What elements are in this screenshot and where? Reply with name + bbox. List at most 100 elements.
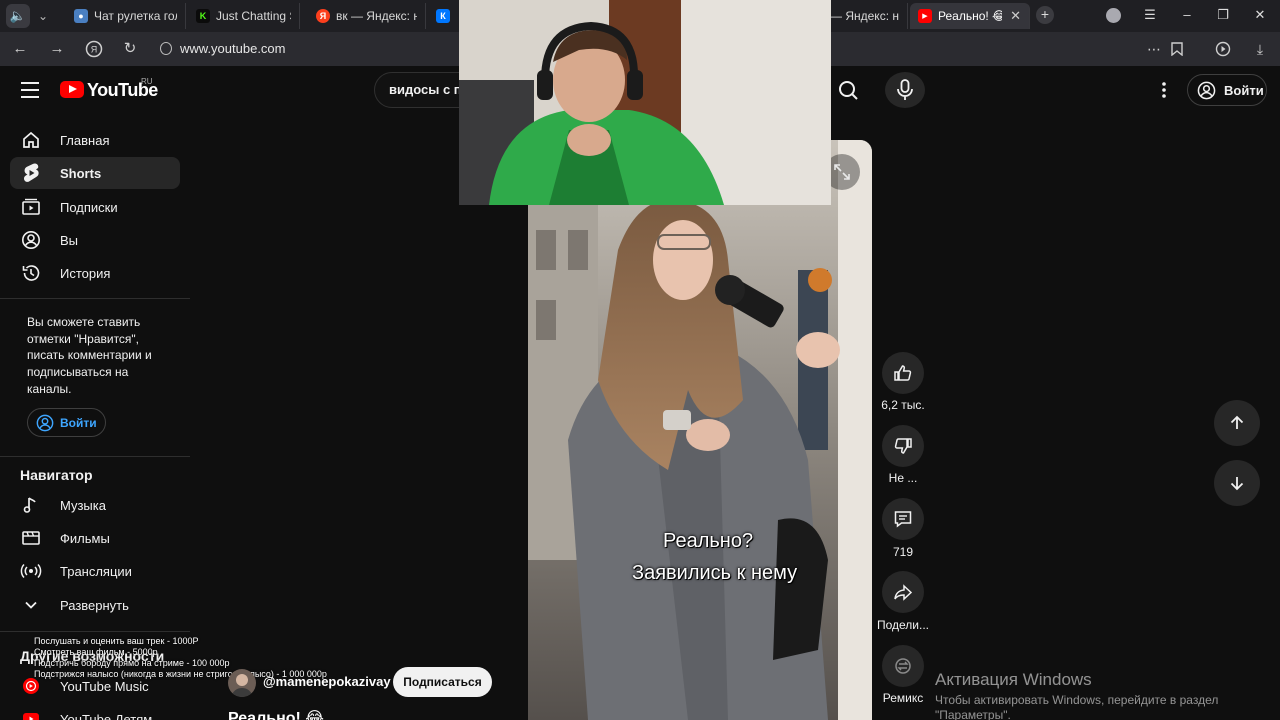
windows-activation-title: Активация Windows (935, 670, 1092, 689)
video-caption-line: Реально? (663, 530, 754, 552)
windows-activation-subtitle: Чтобы активировать Windows, перейдите в … (935, 693, 1219, 720)
sidebar-item-films[interactable]: Фильмы (10, 522, 180, 554)
sidebar-expand[interactable]: Развернуть (10, 589, 180, 621)
yandex-home-icon[interactable]: Я (83, 38, 105, 60)
home-icon (20, 129, 42, 151)
close-window-icon[interactable]: ✕ (1245, 4, 1275, 26)
dislike-label: Не ... (888, 471, 918, 485)
forward-icon[interactable]: → (46, 38, 68, 60)
sidebar-item-subscriptions[interactable]: Подписки (10, 191, 180, 223)
next-short-button[interactable] (1214, 460, 1260, 506)
minimize-icon[interactable]: – (1172, 4, 1202, 26)
youtube-kids-icon (20, 708, 42, 720)
comment-icon (894, 511, 912, 528)
shorts-icon (20, 162, 42, 184)
arrow-down-icon (1230, 477, 1244, 491)
thumbs-down-icon (894, 438, 912, 454)
video-frame-image (528, 140, 872, 720)
comments-count: 719 (892, 545, 914, 559)
you-icon (20, 229, 42, 251)
sidebar-item-live[interactable]: Трансляции (10, 555, 180, 587)
site-info-icon[interactable] (160, 42, 172, 55)
search-button[interactable] (828, 72, 868, 108)
new-tab-button[interactable]: + (1036, 6, 1054, 24)
browser-tab[interactable]: — Яндекс: на (826, 3, 908, 29)
tabs-menu-chevron-icon[interactable]: ⌄ (32, 4, 54, 28)
reload-icon[interactable]: ↻ (119, 38, 141, 60)
share-arrow-icon (894, 584, 913, 601)
yandex-icon: Я (316, 9, 330, 23)
sidebar-item-history[interactable]: История (10, 257, 180, 289)
video-player-icon[interactable] (1212, 38, 1234, 60)
chatroulette-icon: ● (74, 9, 88, 23)
youtube-logo-icon[interactable] (60, 81, 84, 98)
like-button[interactable] (882, 352, 924, 394)
music-icon (20, 494, 42, 516)
remix-button[interactable] (882, 645, 924, 687)
browser-tab-active[interactable]: ▶ Реально! 😂🔊 ✕ (910, 3, 1030, 29)
voice-search-button[interactable] (885, 72, 925, 108)
thumbs-up-icon (894, 365, 912, 381)
comments-button[interactable] (882, 498, 924, 540)
like-count: 6,2 тыс. (881, 398, 925, 412)
account-icon (36, 414, 54, 431)
sidebar-divider (0, 298, 190, 299)
back-icon[interactable]: ← (9, 38, 31, 60)
url-text[interactable]: www.youtube.com (180, 41, 286, 56)
live-icon (20, 560, 42, 582)
youtube-icon: ▶ (918, 9, 932, 23)
sidebar-item-music[interactable]: Музыка (10, 489, 180, 521)
sign-in-button[interactable]: Войти (1187, 74, 1267, 106)
stream-overlay-line: Смотреть ваш фильм - 5000р (34, 647, 158, 657)
hamburger-menu-icon[interactable] (21, 82, 39, 98)
speaker-icon[interactable]: 🔈 (6, 4, 30, 28)
sidebar-item-you[interactable]: Вы (10, 224, 180, 256)
stream-overlay-line: Подстричь бороду прямо на стриме - 100 0… (34, 658, 230, 668)
sidebar-sign-in-button[interactable]: Войти (27, 408, 106, 437)
search-input-value[interactable]: видосы с п (389, 82, 462, 97)
browser-tab[interactable]: ● Чат рулетка голо (66, 3, 186, 29)
sidebar-item-home[interactable]: Главная (10, 124, 180, 156)
sidebar-item-shorts[interactable]: Shorts (10, 157, 180, 189)
region-code: RU (141, 77, 153, 86)
arrow-up-icon (1230, 415, 1244, 429)
close-tab-icon[interactable]: ✕ (1010, 8, 1021, 24)
browser-menu-icon[interactable]: ☰ (1135, 4, 1165, 26)
films-icon (20, 527, 42, 549)
browser-tab[interactable]: K Just Chatting Str (188, 3, 300, 29)
bookmark-icon[interactable] (1166, 38, 1188, 60)
stream-overlay-line: Послушать и оценить ваш трек - 1000Р (34, 636, 199, 646)
video-caption-line: Заявились к нему (632, 562, 798, 584)
navigator-heading: Навигатор (20, 467, 93, 483)
previous-short-button[interactable] (1214, 400, 1260, 446)
remix-label: Ремикс (882, 691, 924, 705)
sidebar-signin-note: Вы сможете ставить отметки "Нравится", п… (27, 315, 152, 396)
webcam-image (459, 0, 831, 205)
browser-tab[interactable]: К В (428, 3, 462, 29)
short-title: Реально! 😂 (228, 710, 324, 720)
settings-kebab-icon[interactable] (1155, 80, 1173, 100)
channel-name[interactable]: @mamenepokazivay (263, 674, 391, 689)
download-icon[interactable]: ⤓ (1249, 38, 1271, 60)
sidebar-item-youtube-kids[interactable]: YouTube Детям (10, 703, 180, 720)
kick-icon: K (196, 9, 210, 23)
shorts-video-player[interactable]: Реально? Заявились к нему (528, 140, 872, 720)
share-button[interactable] (882, 571, 924, 613)
more-icon[interactable]: ⋯ (1143, 38, 1165, 60)
dislike-button[interactable] (882, 425, 924, 467)
channel-avatar[interactable] (228, 669, 256, 697)
history-icon (20, 262, 42, 284)
restore-icon[interactable]: ❐ (1208, 4, 1238, 26)
account-icon (1197, 81, 1216, 99)
streamer-webcam-overlay (459, 0, 831, 205)
share-label: Подели... (876, 618, 930, 632)
sidebar-divider (0, 456, 190, 457)
sidebar-divider (0, 631, 190, 632)
remix-icon (895, 658, 911, 674)
subscriptions-icon (20, 196, 42, 218)
svg-text:Я: Я (91, 45, 98, 55)
browser-tab[interactable]: Я вк — Яндекс: на (308, 3, 426, 29)
subscribe-button[interactable]: Подписаться (393, 667, 492, 697)
chevron-down-icon (20, 594, 42, 616)
browser-profile-icon[interactable] (1106, 8, 1121, 23)
